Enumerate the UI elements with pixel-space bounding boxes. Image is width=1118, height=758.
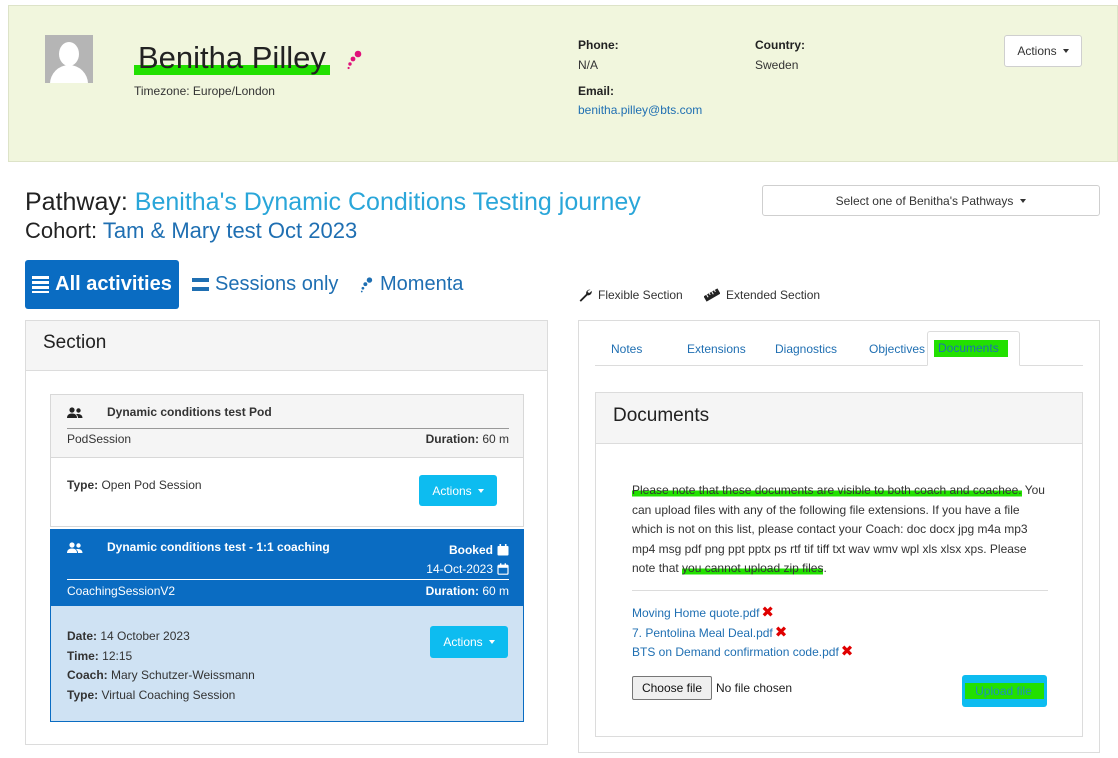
phone-label: Phone: [578, 38, 619, 52]
card-actions-button[interactable]: Actions [419, 475, 497, 506]
momenta-icon [360, 276, 373, 292]
choose-file-button[interactable]: Choose file [632, 676, 712, 700]
card-type: Type: Virtual Coaching Session [67, 688, 236, 702]
tab-diagnostics[interactable]: Diagnostics [761, 331, 851, 366]
country-label: Country: [755, 38, 805, 52]
card-subtype: PodSession [67, 432, 132, 446]
tab-notes[interactable]: Notes [597, 331, 656, 366]
booked-date: 14-Oct-2023 [426, 562, 509, 576]
wrench-icon [579, 289, 592, 302]
pathway-select-dropdown[interactable]: Select one of Benitha's Pathways [762, 185, 1100, 216]
timezone: Timezone: Europe/London [134, 84, 275, 98]
documents-title: Documents [596, 393, 1082, 444]
users-icon [67, 407, 83, 418]
activity-card-pod: Dynamic conditions test Pod PodSession D… [50, 394, 524, 527]
cohort-value: Tam & Mary test Oct 2023 [102, 218, 358, 243]
section-panel: Section Dynamic conditions test Pod PodS… [25, 320, 548, 745]
card-type: Type: Open Pod Session [67, 478, 202, 492]
delete-icon[interactable]: ✖ [841, 644, 854, 659]
profile-header: Benitha Pilley Timezone: Europe/London P… [8, 5, 1118, 162]
calendar-filled-icon [497, 544, 509, 556]
momenta-icon [347, 50, 362, 70]
country-value: Sweden [755, 58, 799, 72]
file-status: No file chosen [716, 681, 793, 695]
card-title: Dynamic conditions test Pod [107, 405, 272, 419]
section-title: Section [26, 321, 547, 371]
file-item: Moving Home quote.pdf ✖ [632, 605, 774, 620]
users-icon [67, 542, 83, 553]
cohort-title: Cohort: Tam & Mary test Oct 2023 [25, 216, 357, 246]
pathway-select-label: Select one of Benitha's Pathways [835, 193, 1014, 208]
upload-file-button[interactable]: Upload file [962, 675, 1047, 707]
file-item: 7. Pentolina Meal Deal.pdf ✖ [632, 625, 788, 640]
documents-note: Please note that these documents are vis… [632, 483, 1045, 576]
email-label: Email: [578, 84, 615, 98]
card-time: Time: 12:15 [67, 649, 133, 663]
caret-down-icon [477, 488, 484, 493]
detail-tabs: Notes Extensions Diagnostics Objectives … [595, 331, 1083, 366]
card-title: Dynamic conditions test - 1:1 coaching [107, 540, 330, 554]
activity-card-coaching: Dynamic conditions test - 1:1 coaching B… [50, 529, 524, 722]
booked-status: Booked [449, 543, 509, 557]
card-date: Date: 14 October 2023 [67, 629, 190, 643]
file-item: BTS on Demand confirmation code.pdf ✖ [632, 644, 854, 659]
card-coach: Coach: Mary Schutzer-Weissmann [67, 668, 255, 682]
caret-down-icon [488, 640, 495, 644]
calendar-icon [497, 563, 509, 575]
pathway-value: Benitha's Dynamic Conditions Testing jou… [134, 188, 641, 216]
legend-extended: Extended Section [704, 288, 820, 302]
cohort-label: Cohort: [25, 218, 98, 243]
caret-down-icon [1062, 49, 1069, 53]
delete-icon[interactable]: ✖ [775, 625, 788, 640]
file-link[interactable]: Moving Home quote.pdf [632, 606, 759, 620]
view-all-label: All activities [55, 273, 172, 295]
view-momenta-label: Momenta [380, 273, 464, 295]
view-sessions-label: Sessions only [215, 273, 339, 295]
delete-icon[interactable]: ✖ [761, 605, 774, 620]
card-subtype: CoachingSessionV2 [67, 584, 176, 598]
phone-value: N/A [578, 58, 599, 72]
profile-name-text: Benitha Pilley [134, 40, 330, 75]
legend-flexible-label: Flexible Section [598, 288, 683, 302]
view-all-activities[interactable]: All activities [25, 260, 179, 309]
card-duration: Duration: 60 m [425, 584, 509, 598]
ruler-icon [704, 288, 720, 302]
view-momenta[interactable]: Momenta [360, 260, 463, 309]
caret-down-icon [1020, 198, 1027, 203]
avatar [45, 35, 93, 83]
profile-actions-label: Actions [1017, 44, 1057, 58]
documents-panel: Documents Please note that these documen… [595, 392, 1083, 737]
tab-documents[interactable]: Documents [927, 331, 1020, 366]
legend-extended-label: Extended Section [726, 288, 821, 302]
tab-extensions[interactable]: Extensions [673, 331, 760, 366]
email-link[interactable]: benitha.pilley@bts.com [578, 103, 702, 117]
profile-name: Benitha Pilley [134, 39, 330, 77]
legend-flexible: Flexible Section [578, 288, 683, 302]
view-sessions-only[interactable]: Sessions only [192, 260, 338, 309]
file-link[interactable]: 7. Pentolina Meal Deal.pdf [632, 626, 773, 640]
pathway-title: Pathway: Benitha's Dynamic Conditions Te… [25, 186, 641, 218]
card-duration: Duration: 60 m [425, 432, 509, 446]
list-icon [32, 276, 50, 293]
profile-actions-button[interactable]: Actions [1004, 35, 1082, 67]
card-actions-button[interactable]: Actions [430, 626, 508, 658]
pathway-label: Pathway: [25, 188, 128, 216]
file-link[interactable]: BTS on Demand confirmation code.pdf [632, 645, 839, 659]
equals-icon [192, 278, 209, 291]
detail-panel: Notes Extensions Diagnostics Objectives … [578, 320, 1100, 753]
